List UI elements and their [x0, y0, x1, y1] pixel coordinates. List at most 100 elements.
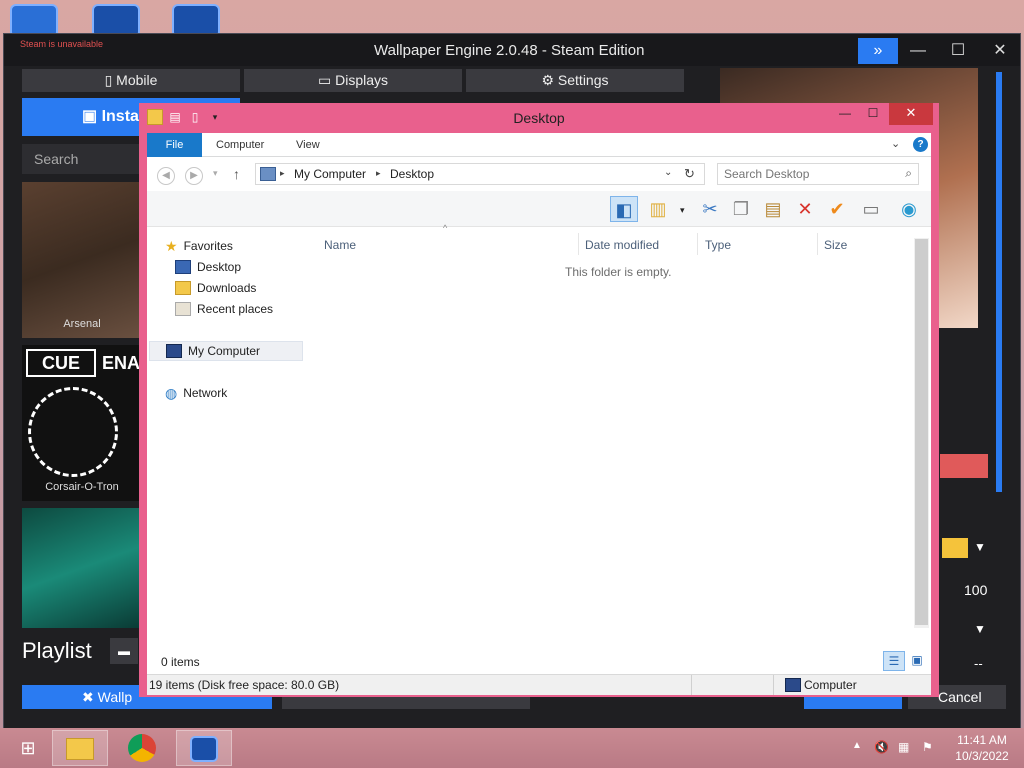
clock-date: 10/3/2022 — [955, 749, 1009, 763]
taskbar-chrome[interactable] — [114, 730, 170, 766]
nav-my-computer[interactable]: My Computer — [149, 341, 303, 361]
playlist-folder-button[interactable]: ▬ — [110, 638, 138, 664]
taskbar-explorer[interactable] — [52, 730, 108, 766]
mobile-icon: ▯ — [104, 72, 113, 88]
save-icon: ▣ — [82, 108, 98, 125]
tab-view[interactable]: View — [296, 133, 320, 157]
delete-icon[interactable]: ✕ — [791, 196, 819, 222]
wallpaper-search-input[interactable]: Search — [22, 144, 142, 174]
wallpaper-thumbnail-dna[interactable] — [22, 508, 142, 628]
status-bar: 19 items (Disk free space: 80.0 GB) Comp… — [147, 674, 931, 695]
we-maximize-button[interactable]: ☐ — [938, 38, 978, 64]
tools-icon: ✖ — [82, 689, 94, 705]
column-separator — [578, 233, 579, 255]
recent-locations-icon[interactable]: ▾ — [213, 168, 218, 179]
paste-icon[interactable]: ▤ — [759, 196, 787, 222]
rename-check-icon[interactable]: ✔ — [823, 196, 851, 222]
nav-favorites[interactable]: ★ Favorites — [165, 236, 233, 256]
wallpaper-thumbnail-arsenal[interactable]: Arsenal — [22, 182, 142, 338]
downloads-folder-icon — [175, 281, 191, 295]
breadcrumb-desktop[interactable]: Desktop — [390, 167, 434, 181]
cut-icon[interactable]: ✂ — [696, 196, 724, 222]
volume-value: 100 — [964, 582, 988, 598]
minimize-button[interactable]: — — [831, 103, 859, 125]
dash-placeholder: -- — [974, 656, 983, 671]
nav-downloads[interactable]: Downloads — [175, 278, 256, 298]
empty-folder-message: This folder is empty. — [565, 265, 672, 279]
playlist-label: Playlist — [22, 638, 92, 663]
we-minimize-button[interactable]: — — [898, 38, 938, 64]
color-swatch[interactable] — [942, 538, 968, 558]
remove-wallpaper-bar[interactable] — [940, 454, 988, 478]
explorer-title-bar[interactable]: ▤ ▯ ▾ Desktop — ☐ ✕ — [139, 103, 939, 133]
refresh-icon[interactable]: ↻ — [684, 166, 695, 182]
corsair-sails-logo — [28, 387, 118, 477]
copy-icon[interactable]: ❐ — [727, 196, 755, 222]
nav-desktop[interactable]: Desktop — [175, 257, 241, 277]
item-count: 0 items — [161, 655, 200, 669]
expand-panel-button[interactable]: » — [858, 38, 898, 64]
right-scrollbar[interactable] — [996, 72, 1002, 492]
status-separator — [773, 675, 774, 695]
scrollbar-thumb[interactable] — [915, 239, 928, 625]
preview-pane-icon[interactable]: ◧ — [610, 196, 638, 222]
disk-status-text: 19 items (Disk free space: 80.0 GB) — [149, 678, 340, 692]
ribbon-tabs: File Computer View ⌄ ? — [147, 133, 931, 157]
rename-field-icon[interactable]: ▭ — [857, 196, 885, 222]
address-bar[interactable]: ▸ My Computer ▸ Desktop ⌄ ↻ — [255, 163, 705, 185]
network-tray-icon[interactable]: ▦ — [898, 740, 909, 754]
tab-displays[interactable]: ▭ Displays — [244, 69, 462, 92]
computer-icon — [166, 344, 182, 358]
tab-settings[interactable]: ⚙ Settings — [466, 69, 684, 92]
address-dropdown-icon[interactable]: ⌄ — [664, 167, 672, 178]
recent-places-icon — [175, 302, 191, 316]
computer-location-icon — [260, 167, 276, 181]
column-name[interactable]: Name — [324, 238, 356, 252]
column-date-modified[interactable]: Date modified — [585, 238, 659, 252]
breadcrumb-my-computer[interactable]: My Computer — [294, 167, 366, 181]
navigation-pane: ★ Favorites Desktop Downloads Recent pla… — [147, 228, 305, 654]
nav-network[interactable]: ◍ Network — [165, 383, 227, 403]
dropdown-arrow-icon-2[interactable]: ▼ — [974, 622, 986, 636]
close-button[interactable]: ✕ — [889, 103, 933, 125]
we-close-button[interactable]: ✕ — [980, 38, 1020, 64]
globe-icon[interactable]: ◉ — [895, 196, 923, 222]
tab-file[interactable]: File — [147, 133, 202, 157]
help-icon[interactable]: ? — [913, 137, 928, 152]
action-center-icon[interactable]: ⚑ — [922, 740, 933, 754]
back-button[interactable]: ◀ — [157, 167, 175, 185]
tab-computer[interactable]: Computer — [216, 133, 264, 157]
file-list-scrollbar[interactable] — [914, 238, 929, 628]
details-view-icon[interactable]: ☰ — [883, 651, 905, 671]
folder-options-icon[interactable]: ▥ — [644, 196, 672, 222]
column-type[interactable]: Type — [705, 238, 731, 252]
sort-arrow-icon: ^ — [443, 223, 448, 233]
volume-muted-icon[interactable]: 🔇 — [874, 740, 889, 754]
search-icon[interactable]: ⌕ — [905, 166, 912, 181]
maximize-button[interactable]: ☐ — [859, 103, 887, 125]
expand-ribbon-icon[interactable]: ⌄ — [891, 137, 900, 150]
up-arrow-icon[interactable]: ↑ — [233, 166, 240, 182]
search-input[interactable] — [718, 164, 888, 184]
chrome-icon — [128, 734, 156, 762]
forward-button[interactable]: ▶ — [185, 167, 203, 185]
show-hidden-icons[interactable]: ▲ — [852, 740, 862, 751]
desktop-icon — [175, 260, 191, 274]
dropdown-arrow-icon[interactable]: ▼ — [974, 540, 986, 554]
status-separator — [691, 675, 692, 695]
wallpaper-thumbnail-corsair[interactable]: CUE ENAB Corsair-O-Tron — [22, 345, 153, 501]
column-size[interactable]: Size — [824, 238, 847, 252]
breadcrumb-separator-icon: ▸ — [280, 168, 285, 178]
taskbar-wallpaper-engine[interactable] — [176, 730, 232, 766]
nav-recent-places[interactable]: Recent places — [175, 299, 273, 319]
breadcrumb-separator-icon: ▸ — [376, 168, 381, 178]
address-row: ◀ ▶ ▾ ↑ ▸ My Computer ▸ Desktop ⌄ ↻ ⌕ — [147, 159, 931, 191]
folder-options-dropdown-icon[interactable]: ▾ — [680, 205, 685, 216]
taskbar: ⊞ ▲ 🔇 ▦ ⚑ 11:41 AM 10/3/2022 — [0, 728, 1024, 768]
large-icons-view-icon[interactable]: ▣ — [907, 651, 927, 671]
start-button[interactable]: ⊞ — [0, 730, 56, 766]
explorer-window: ▤ ▯ ▾ Desktop — ☐ ✕ File Computer View ⌄… — [139, 103, 939, 697]
computer-zone-icon — [785, 678, 801, 692]
clock[interactable]: 11:41 AM 10/3/2022 — [948, 732, 1016, 764]
tab-mobile[interactable]: ▯ Mobile — [22, 69, 240, 92]
